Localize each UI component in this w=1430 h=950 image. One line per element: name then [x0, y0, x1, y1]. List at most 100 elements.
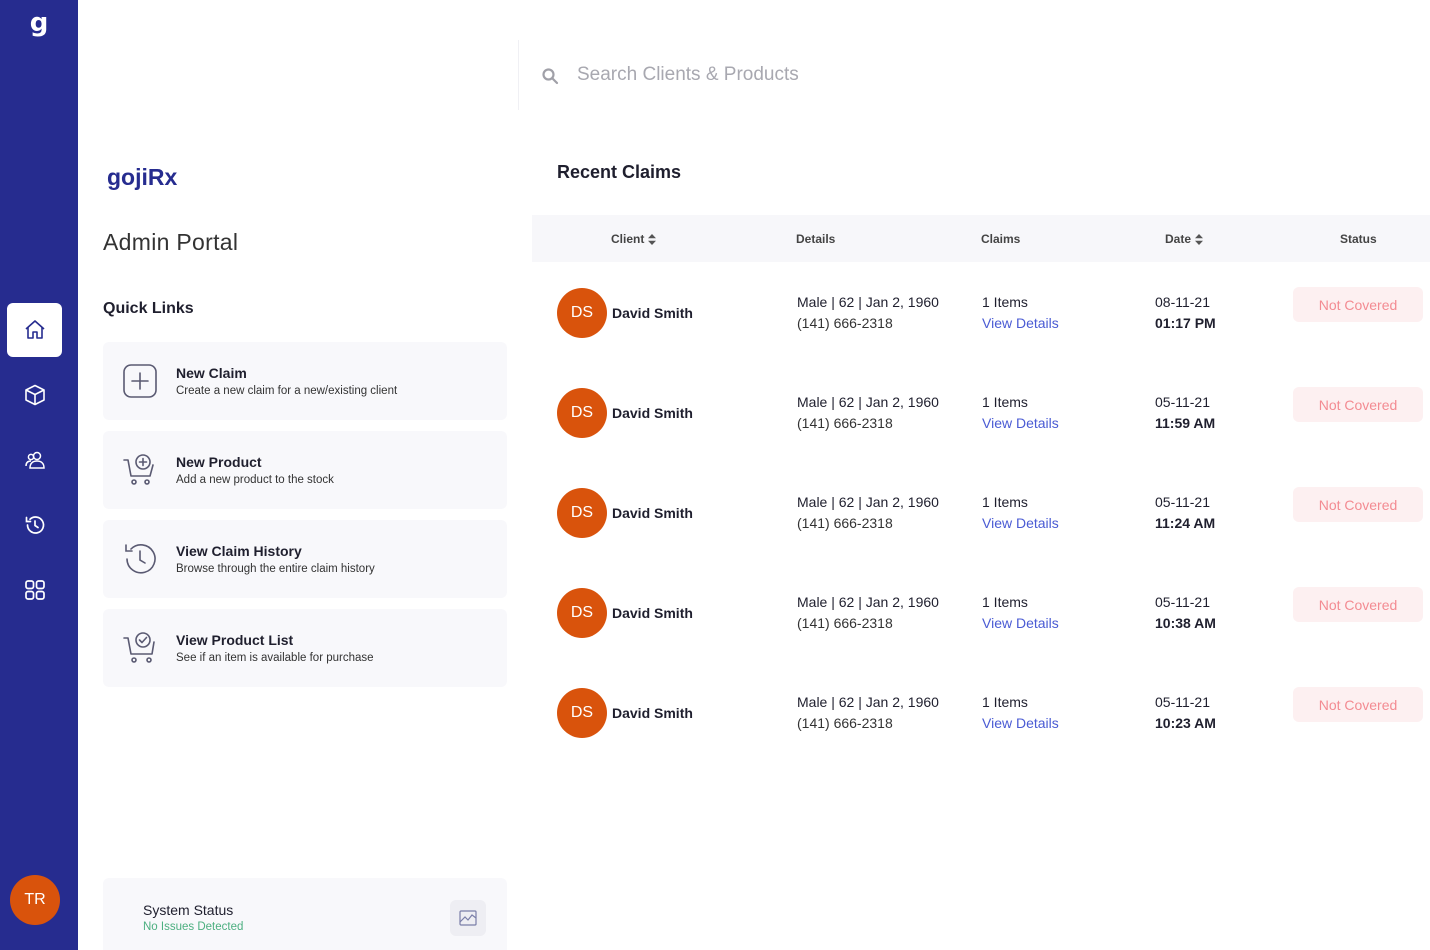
column-header-claims: Claims — [981, 232, 1021, 246]
quick-link-title: View Claim History — [176, 543, 302, 559]
users-icon — [24, 451, 45, 469]
table-row[interactable]: DS David Smith Male | 62 | Jan 2, 1960 (… — [532, 278, 1430, 378]
client-phone: (141) 666-2318 — [797, 315, 893, 331]
sidebar: g TR — [0, 0, 78, 950]
view-details-link[interactable]: View Details — [982, 715, 1059, 731]
status-badge: Not Covered — [1293, 587, 1423, 622]
status-badge: Not Covered — [1293, 387, 1423, 422]
client-details: Male | 62 | Jan 2, 1960 — [797, 394, 939, 410]
client-details: Male | 62 | Jan 2, 1960 — [797, 694, 939, 710]
quick-link-new-product[interactable]: New Product Add a new product to the sto… — [103, 431, 507, 509]
history-icon — [25, 516, 44, 534]
view-details-link[interactable]: View Details — [982, 515, 1059, 531]
search-icon — [542, 68, 559, 85]
user-avatar[interactable]: TR — [10, 875, 60, 925]
column-header-date[interactable]: Date — [1165, 232, 1204, 246]
history-icon — [121, 540, 159, 578]
sort-icon — [1195, 233, 1204, 245]
claim-time: 10:38 AM — [1155, 615, 1216, 631]
system-status-desc: No Issues Detected — [143, 921, 244, 933]
quick-link-claim-history[interactable]: View Claim History Browse through the en… — [103, 520, 507, 598]
sidebar-item-clients[interactable] — [7, 433, 62, 487]
cart-check-icon — [121, 629, 159, 667]
table-row[interactable]: DS David Smith Male | 62 | Jan 2, 1960 (… — [532, 578, 1430, 678]
claim-time: 01:17 PM — [1155, 315, 1216, 331]
client-phone: (141) 666-2318 — [797, 515, 893, 531]
claim-date: 08-11-21 — [1155, 294, 1211, 310]
claim-date: 05-11-21 — [1155, 394, 1211, 410]
page-subtitle: Admin Portal — [103, 229, 239, 255]
view-details-link[interactable]: View Details — [982, 615, 1059, 631]
chart-icon — [459, 910, 477, 926]
claim-items: 1 Items — [982, 594, 1028, 610]
client-name: David Smith — [612, 305, 693, 321]
quick-link-product-list[interactable]: View Product List See if an item is avai… — [103, 609, 507, 687]
claims-table-header: Client Details Claims Date Status — [532, 215, 1430, 262]
claim-items: 1 Items — [982, 394, 1028, 410]
client-avatar: DS — [557, 288, 607, 338]
claim-date: 05-11-21 — [1155, 694, 1211, 710]
column-header-details: Details — [796, 232, 836, 246]
client-avatar: DS — [557, 588, 607, 638]
claim-items: 1 Items — [982, 494, 1028, 510]
sidebar-item-history[interactable] — [7, 498, 62, 552]
box-icon — [24, 384, 45, 406]
client-name: David Smith — [612, 405, 693, 421]
cart-plus-icon — [121, 451, 159, 489]
system-status-card: System Status No Issues Detected — [103, 878, 507, 950]
claim-items: 1 Items — [982, 294, 1028, 310]
client-details: Male | 62 | Jan 2, 1960 — [797, 494, 939, 510]
sidebar-item-apps[interactable] — [7, 563, 62, 617]
claim-date: 05-11-21 — [1155, 494, 1211, 510]
claim-items: 1 Items — [982, 694, 1028, 710]
sort-icon — [648, 233, 657, 245]
brand-name: gojiRx — [107, 164, 178, 190]
search-bar — [518, 40, 938, 110]
claim-time: 11:24 AM — [1155, 515, 1216, 531]
view-details-link[interactable]: View Details — [982, 415, 1059, 431]
quick-link-desc: Browse through the entire claim history — [176, 563, 375, 575]
table-row[interactable]: DS David Smith Male | 62 | Jan 2, 1960 (… — [532, 478, 1430, 578]
claim-time: 11:59 AM — [1155, 415, 1216, 431]
client-avatar: DS — [557, 688, 607, 738]
sidebar-item-home[interactable] — [7, 303, 62, 357]
status-badge: Not Covered — [1293, 687, 1423, 722]
quick-link-title: View Product List — [176, 632, 294, 648]
quick-link-desc: See if an item is available for purchase — [176, 652, 374, 664]
sidebar-item-products[interactable] — [7, 368, 62, 422]
client-avatar: DS — [557, 388, 607, 438]
search-input[interactable] — [577, 58, 927, 92]
client-name: David Smith — [612, 605, 693, 621]
table-row[interactable]: DS David Smith Male | 62 | Jan 2, 1960 (… — [532, 378, 1430, 478]
quick-link-new-claim[interactable]: New Claim Create a new claim for a new/e… — [103, 342, 507, 420]
home-icon — [24, 320, 45, 339]
column-header-label: Client — [611, 232, 645, 246]
client-phone: (141) 666-2318 — [797, 615, 893, 631]
table-row[interactable]: DS David Smith Male | 62 | Jan 2, 1960 (… — [532, 678, 1430, 778]
grid-icon — [24, 580, 45, 600]
column-header-label: Date — [1165, 232, 1192, 246]
system-status-title: System Status — [143, 902, 234, 918]
client-phone: (141) 666-2318 — [797, 415, 893, 431]
status-badge: Not Covered — [1293, 287, 1423, 322]
quick-link-desc: Add a new product to the stock — [176, 474, 334, 486]
system-status-button[interactable] — [450, 900, 486, 936]
client-phone: (141) 666-2318 — [797, 715, 893, 731]
app-logo[interactable]: g — [0, 8, 78, 38]
client-avatar: DS — [557, 488, 607, 538]
view-details-link[interactable]: View Details — [982, 315, 1059, 331]
quick-link-title: New Claim — [176, 365, 247, 381]
client-name: David Smith — [612, 505, 693, 521]
client-details: Male | 62 | Jan 2, 1960 — [797, 294, 939, 310]
quick-link-title: New Product — [176, 454, 262, 470]
client-details: Male | 62 | Jan 2, 1960 — [797, 594, 939, 610]
quick-link-desc: Create a new claim for a new/existing cl… — [176, 385, 398, 397]
status-badge: Not Covered — [1293, 487, 1423, 522]
column-header-status: Status — [1340, 232, 1377, 246]
client-name: David Smith — [612, 705, 693, 721]
column-header-client[interactable]: Client — [611, 232, 657, 246]
plus-square-icon — [121, 362, 159, 400]
recent-claims-title: Recent Claims — [557, 162, 682, 182]
quick-links-title: Quick Links — [103, 300, 194, 317]
claim-date: 05-11-21 — [1155, 594, 1211, 610]
